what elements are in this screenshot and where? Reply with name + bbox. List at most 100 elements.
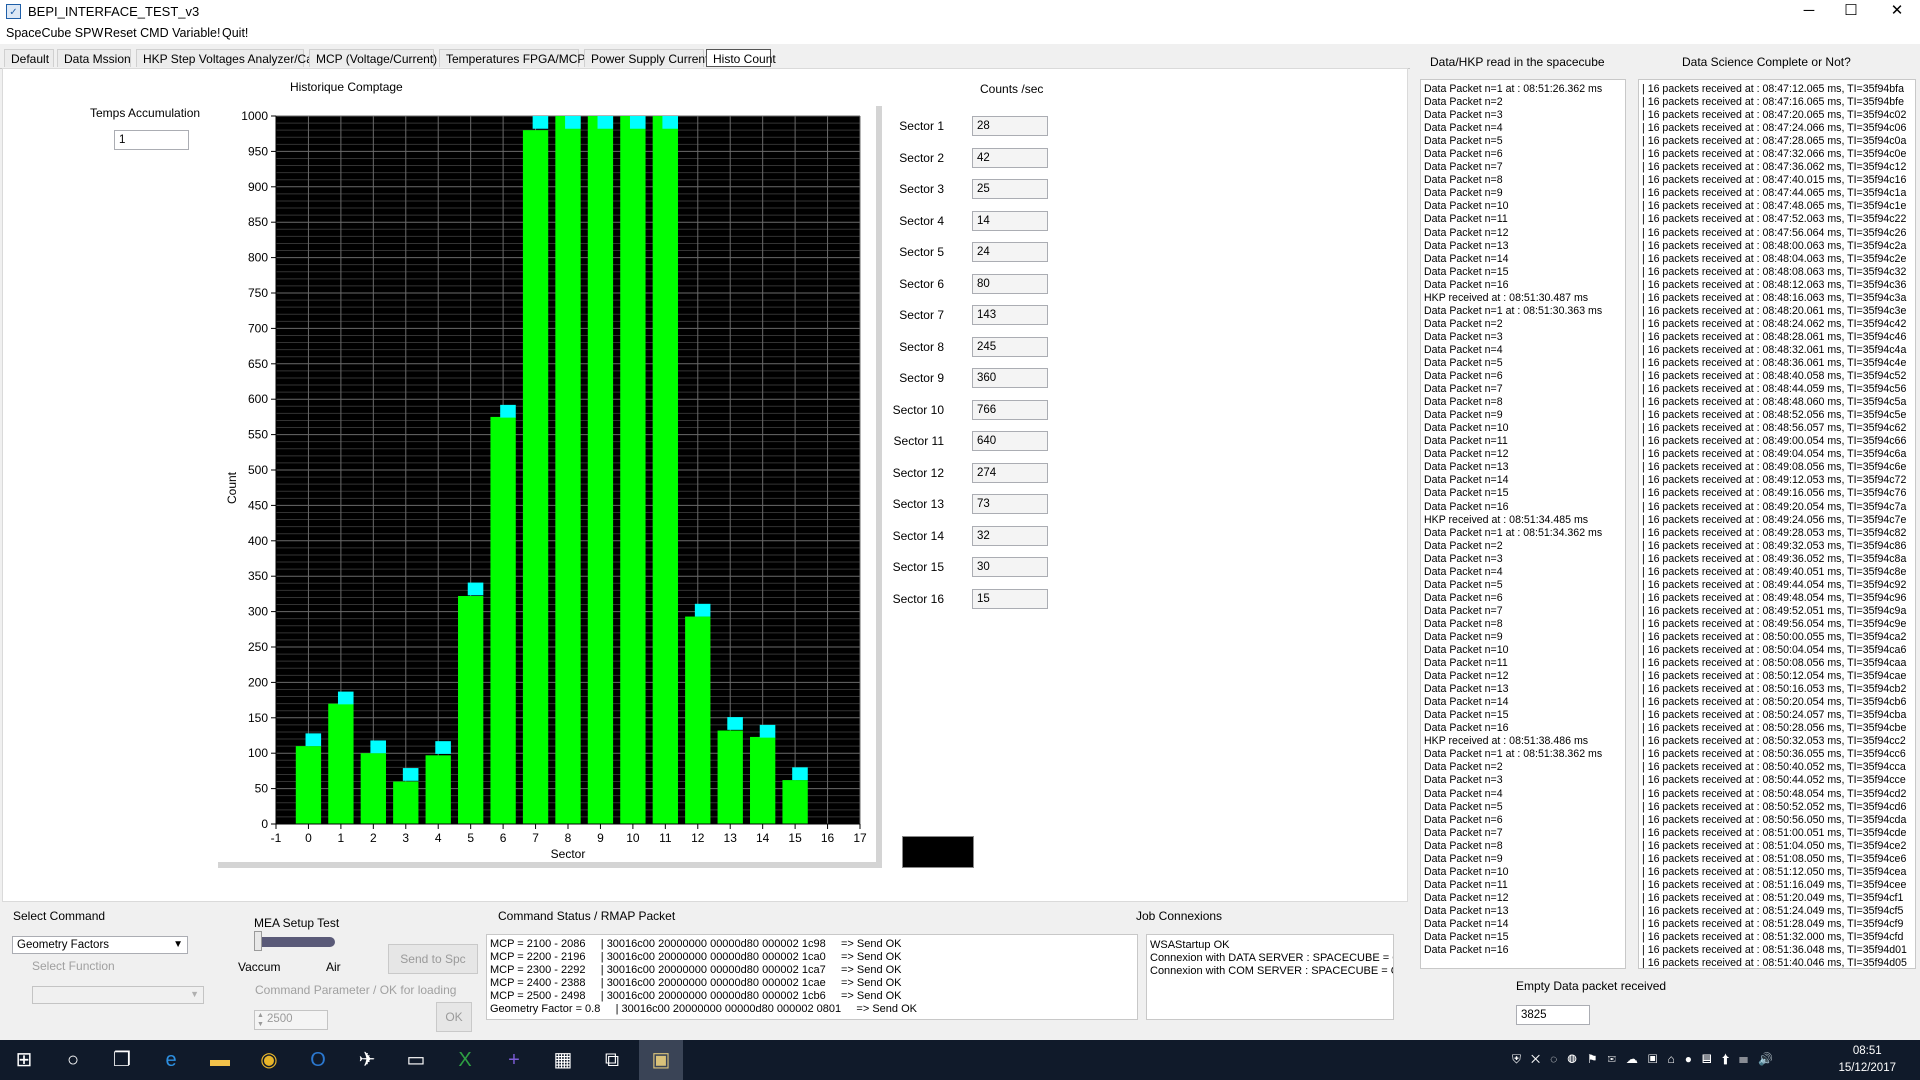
log-line: | 16 packets received at : 08:48:24.062 … (1642, 317, 1907, 330)
mea-slider-track[interactable] (255, 937, 335, 947)
sector-count-value[interactable]: 15 (972, 588, 1048, 609)
sector-count-value[interactable]: 143 (972, 305, 1048, 325)
tab-data-mission[interactable]: Data Mssion (57, 49, 131, 67)
data-hkp-log[interactable]: Data Packet n=1 at : 08:51:26.362 ms Data… (1420, 79, 1626, 969)
sector-count-value[interactable]: 73 (972, 494, 1048, 514)
status-line: MCP = 2500 - 2498 | 30016c00 20000000 00… (490, 990, 902, 1002)
menu-quit[interactable]: Quit! (222, 26, 248, 40)
menu-reset-cmd[interactable]: Reset CMD Variable! (104, 26, 220, 40)
file-explorer-icon[interactable]: ▬ (208, 1048, 232, 1072)
x-tick-label: 11 (659, 831, 672, 845)
histogram-peak-marker (370, 740, 386, 754)
mea-setup-label: MEA Setup Test (254, 916, 340, 930)
log-line: | 16 packets received at : 08:47:28.065 … (1642, 135, 1907, 148)
terminal-icon[interactable]: ▭ (404, 1048, 428, 1072)
select-function-dropdown[interactable]: ▼ (32, 986, 204, 1004)
menu-spacecube-spw[interactable]: SpaceCube SPW (6, 26, 103, 40)
log-line: Data Packet n=10 (1424, 644, 1509, 657)
sector-count-value[interactable]: 24 (972, 242, 1048, 262)
histogram-bar (295, 746, 322, 824)
sector-count-value[interactable]: 42 (972, 147, 1048, 168)
x-tick-label: 5 (467, 831, 474, 845)
sector-count-value[interactable]: 25 (972, 179, 1048, 199)
log-line: | 16 packets received at : 08:50:56.050 … (1642, 813, 1907, 826)
excel-icon[interactable]: X (453, 1048, 477, 1072)
task-view-icon[interactable]: ❐ (110, 1048, 134, 1072)
app-bird-icon[interactable]: ✈ (355, 1048, 379, 1072)
x-tick-label: 1 (338, 831, 345, 845)
sector-count-value[interactable]: 80 (972, 273, 1048, 294)
log-line: Data Packet n=2 (1424, 761, 1503, 774)
histogram-bar (782, 780, 808, 824)
sector-count-value[interactable]: 274 (972, 462, 1048, 483)
sector-count-value[interactable]: 30 (972, 557, 1048, 577)
log-line: Data Packet n=8 (1424, 839, 1503, 852)
sector-count-value[interactable]: 360 (972, 368, 1048, 388)
status-line: Geometry Factor = 0.8 | 30016c00 2000000… (490, 1003, 917, 1015)
tab-mcp[interactable]: MCP (Voltage/Current) (309, 49, 437, 67)
log-line: | 16 packets received at : 08:47:20.065 … (1642, 109, 1907, 122)
sector-count-value[interactable]: 245 (972, 336, 1048, 357)
histogram-bar (587, 116, 614, 824)
log-line: | 16 packets received at : 08:48:12.063 … (1642, 278, 1907, 291)
job-connexions-log[interactable]: WSAStartup OK Connexion with DATA SERVER … (1146, 934, 1394, 1020)
maximize-button[interactable]: ☐ (1828, 0, 1874, 24)
y-tick-label: 400 (248, 534, 268, 548)
log-line: Data Packet n=11 (1424, 878, 1508, 891)
chevron-down-icon: ▼ (173, 939, 183, 950)
data-science-log[interactable]: | 16 packets received at : 08:47:12.065 … (1638, 79, 1916, 969)
ok-button[interactable]: OK (436, 1002, 472, 1032)
sector-count-value[interactable]: 640 (972, 431, 1048, 451)
log-line: Data Packet n=1 at : 08:51:30.363 ms (1424, 304, 1603, 317)
log-line: | 16 packets received at : 08:51:40.046 … (1642, 957, 1907, 969)
calculator-icon[interactable]: ▦ (551, 1048, 575, 1072)
log-line: Data Packet n=9 (1424, 630, 1503, 643)
log-line: | 16 packets received at : 08:49:52.051 … (1642, 604, 1907, 617)
log-line: Data Packet n=13 (1424, 461, 1509, 474)
histogram-bar (522, 130, 549, 824)
spacecube-app-icon[interactable]: ▣ (639, 1040, 683, 1080)
y-tick-label: 950 (248, 144, 268, 158)
sector-count-value[interactable]: 766 (972, 399, 1048, 420)
tab-default[interactable]: Default (4, 49, 54, 67)
log-line: | 16 packets received at : 08:48:40.058 … (1642, 370, 1907, 383)
tab-histo-count[interactable]: Histo Count (706, 49, 776, 67)
edge-icon[interactable]: e (159, 1048, 183, 1072)
select-command-dropdown[interactable]: Geometry Factors ▼ (12, 936, 188, 954)
histogram-peak-marker (402, 768, 419, 781)
x-tick-label: 2 (370, 831, 377, 845)
mea-slider-thumb[interactable] (254, 931, 262, 951)
histogram-peak-marker (500, 404, 516, 418)
temps-accumulation-input[interactable]: 1 (114, 130, 189, 150)
x-tick-label: 17 (853, 831, 867, 845)
log-line: | 16 packets received at : 08:50:08.056 … (1642, 657, 1907, 670)
send-to-spc-button[interactable]: Send to Spc (388, 944, 478, 974)
y-tick-label: 100 (248, 746, 268, 760)
window-title: BEPI_INTERFACE_TEST_v3 (28, 4, 200, 19)
taskbar-clock[interactable]: 08:51 15/12/2017 (1838, 1043, 1896, 1077)
clock-time: 08:51 (1852, 1045, 1882, 1057)
histogram-chart: 0501001502002503003504004505005506006507… (225, 109, 867, 861)
sector-count-value[interactable]: 32 (972, 525, 1048, 546)
sector-count-value[interactable]: 28 (972, 116, 1048, 136)
log-line: | 16 packets received at : 08:48:52.056 … (1642, 409, 1907, 422)
visual-studio-icon[interactable]: + (502, 1048, 526, 1072)
outlook-icon[interactable]: O (306, 1048, 330, 1072)
job-line: Connexion with DATA SERVER : SPACECUBE =… (1150, 952, 1394, 964)
empty-data-packet-count[interactable]: 3825 (1516, 1005, 1590, 1025)
network-app-icon[interactable]: ⧉ (600, 1048, 624, 1072)
command-parameter-stepper[interactable]: ▲ ▼ 2500 (254, 1010, 328, 1030)
sector-count-value[interactable]: 14 (972, 210, 1048, 231)
tab-power-supply[interactable]: Power Supply Current (584, 49, 708, 67)
tab-temperatures[interactable]: Temperatures FPGA/MCP (439, 49, 585, 67)
log-line: Data Packet n=8 (1424, 617, 1503, 630)
minimize-button[interactable]: ─ (1786, 0, 1832, 24)
log-line: | 16 packets received at : 08:48:00.063 … (1642, 239, 1907, 252)
chrome-icon[interactable]: ◉ (257, 1048, 281, 1072)
close-button[interactable]: ✕ (1874, 0, 1920, 24)
windows-start-icon[interactable]: ⊞ (12, 1048, 36, 1072)
command-status-log[interactable]: MCP = 2100 - 2086 | 30016c00 20000000 00… (486, 934, 1138, 1020)
tab-hkp-step-voltages[interactable]: HKP Step Voltages Analyzer/Cal (136, 49, 316, 67)
search-circle-icon[interactable]: ○ (61, 1048, 85, 1072)
log-line: Data Packet n=11 (1424, 657, 1508, 670)
